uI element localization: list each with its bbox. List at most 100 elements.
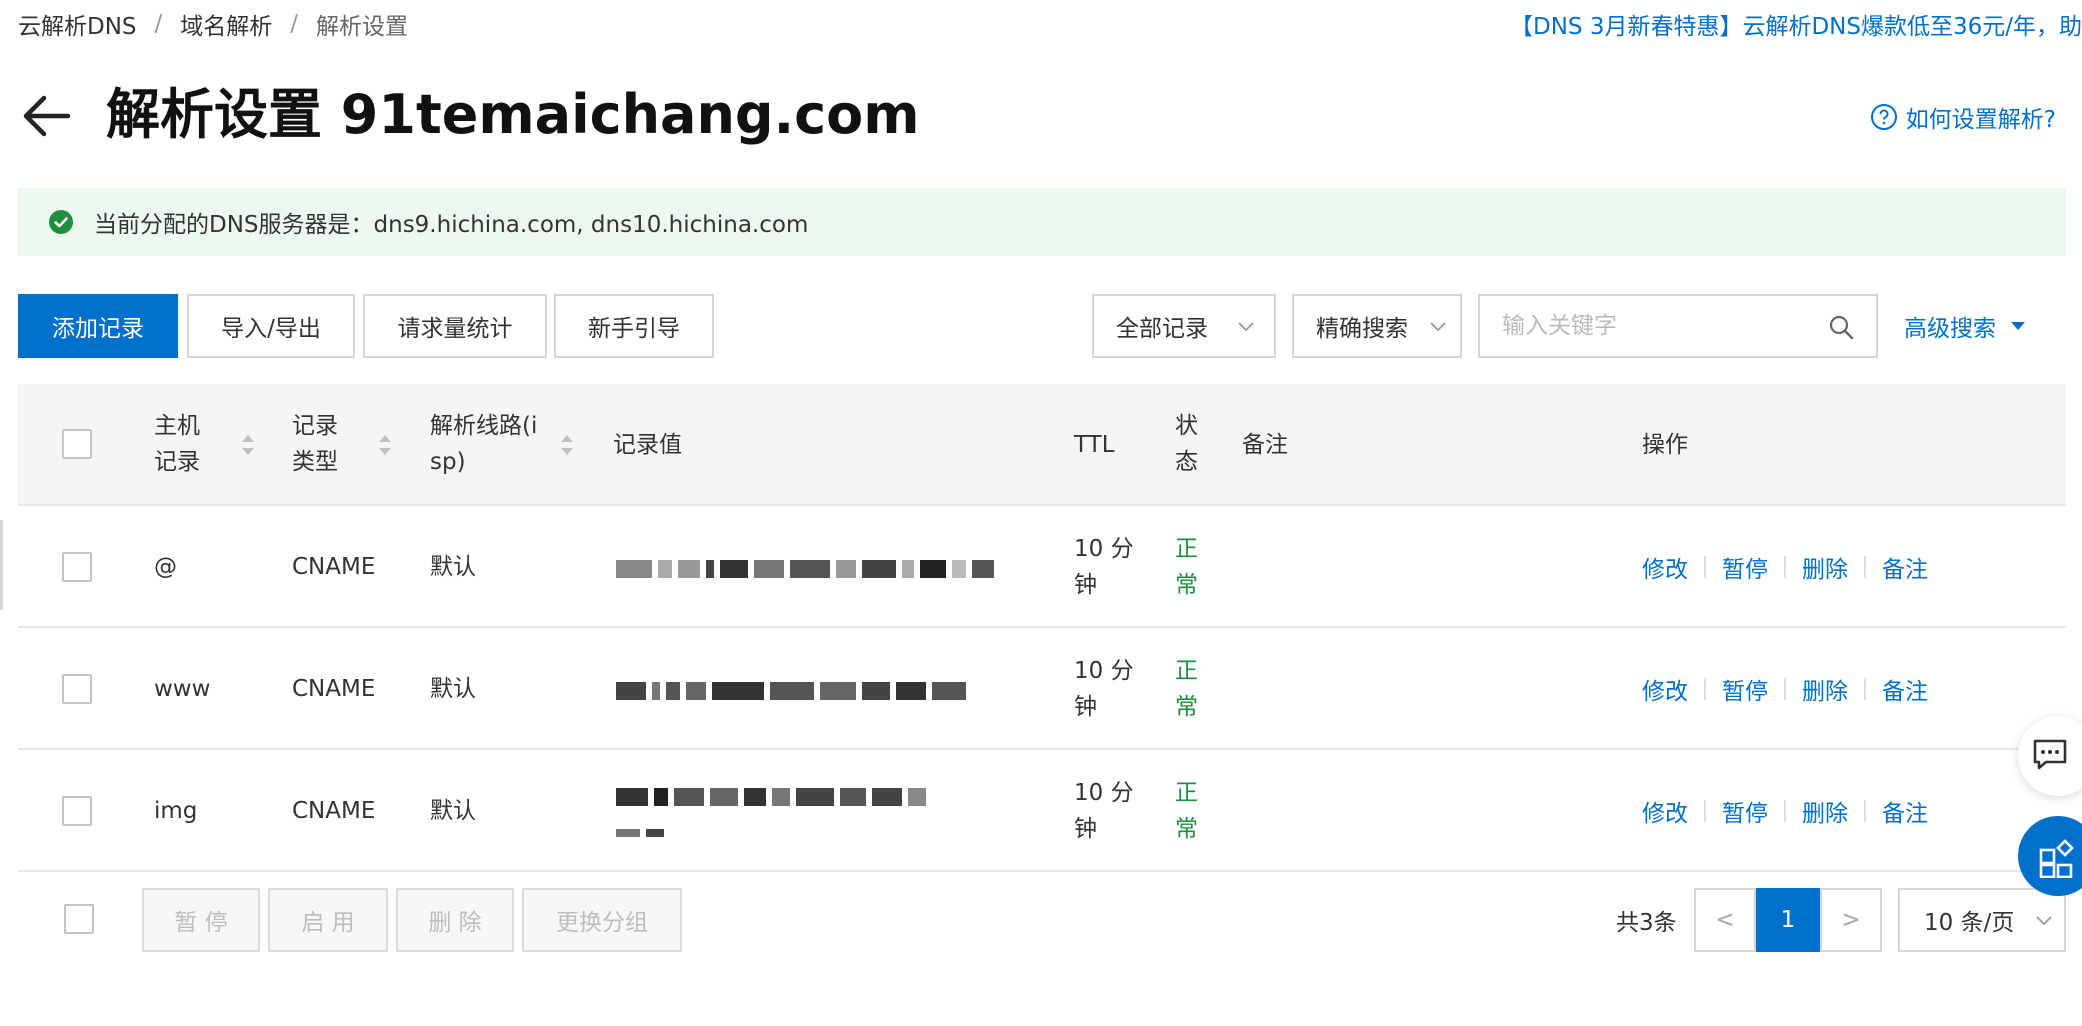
column-header-line-line2: sp) (430, 449, 466, 475)
column-header-host: 主机 记录 (154, 408, 200, 480)
sort-icon[interactable] (559, 431, 575, 459)
table-header: 主机 记录 记录 类型 解析线路(i sp) 记录值 TTL 状 态 备注 操作 (18, 384, 2066, 506)
next-page-button[interactable]: > (1820, 888, 1882, 952)
keyword-search-box (1478, 294, 1878, 358)
select-all-checkbox[interactable] (62, 429, 92, 459)
search-mode-value: 精确搜索 (1316, 316, 1408, 342)
total-count: 共3条 (1616, 910, 1677, 936)
column-header-status: 状 态 (1175, 408, 1198, 480)
column-header-remark: 备注 (1242, 432, 1288, 458)
row-checkbox[interactable] (62, 552, 92, 582)
sort-icon[interactable] (377, 431, 393, 459)
delete-link[interactable]: 删除 (1802, 672, 1848, 706)
action-divider (1704, 800, 1706, 822)
breadcrumb-separator: / (290, 11, 299, 37)
help-link[interactable]: 如何设置解析? (1870, 100, 2056, 134)
pause-link[interactable]: 暂停 (1722, 550, 1768, 584)
import-export-button[interactable]: 导入/导出 (187, 294, 355, 358)
caret-down-icon (2011, 322, 2025, 330)
page-size-value: 10 条/页 (1924, 910, 2015, 936)
batch-delete-button[interactable]: 删 除 (396, 888, 514, 952)
table-row: @ CNAME 默认 10 分 钟 正 常 修改 暂停 删除 备注 (18, 506, 2066, 628)
row-actions: 修改 暂停 删除 备注 (1642, 549, 1928, 585)
breadcrumb-item-domain[interactable]: 域名解析 (180, 7, 272, 41)
search-icon[interactable] (1828, 314, 1854, 340)
page-size-select[interactable]: 10 条/页 (1898, 888, 2066, 952)
ttl-cell-line2: 钟 (1074, 572, 1097, 598)
ttl-cell-line1: 10 分 (1074, 536, 1134, 562)
record-filter-value: 全部记录 (1116, 316, 1208, 342)
row-actions: 修改 暂停 删除 备注 (1642, 793, 1928, 829)
action-divider (1704, 678, 1706, 700)
action-divider (1864, 800, 1866, 822)
remark-link[interactable]: 备注 (1882, 794, 1928, 828)
ttl-cell: 10 分 钟 (1074, 775, 1134, 847)
action-divider (1784, 678, 1786, 700)
type-cell: CNAME (292, 676, 376, 702)
action-divider (1864, 678, 1866, 700)
breadcrumb-item-dns[interactable]: 云解析DNS (18, 7, 137, 41)
edit-link[interactable]: 修改 (1642, 550, 1688, 584)
host-cell: img (154, 798, 198, 824)
record-value-redacted (616, 786, 1038, 806)
ttl-cell-line1: 10 分 (1074, 780, 1134, 806)
page-title: 解析设置 91temaichang.com (106, 83, 920, 146)
apps-button[interactable] (2018, 816, 2082, 896)
action-divider (1784, 800, 1786, 822)
pause-link[interactable]: 暂停 (1722, 794, 1768, 828)
request-stats-button[interactable]: 请求量统计 (363, 294, 547, 358)
search-mode-select[interactable]: 精确搜索 (1292, 294, 1462, 358)
remark-link[interactable]: 备注 (1882, 672, 1928, 706)
chevron-down-icon (2036, 916, 2052, 926)
status-cell: 正 常 (1175, 653, 1198, 725)
row-actions: 修改 暂停 删除 备注 (1642, 671, 1928, 707)
remark-link[interactable]: 备注 (1882, 550, 1928, 584)
record-filter-select[interactable]: 全部记录 (1092, 294, 1276, 358)
type-cell: CNAME (292, 554, 376, 580)
left-edge-handle (0, 520, 3, 610)
advanced-search-toggle[interactable]: 高级搜索 (1904, 294, 2026, 358)
delete-link[interactable]: 删除 (1802, 794, 1848, 828)
column-header-type-line2: 类型 (292, 449, 338, 475)
ttl-cell: 10 分 钟 (1074, 531, 1134, 603)
batch-enable-button[interactable]: 启 用 (268, 888, 388, 952)
delete-link[interactable]: 删除 (1802, 550, 1848, 584)
add-record-button[interactable]: 添加记录 (18, 294, 178, 358)
type-cell: CNAME (292, 798, 376, 824)
back-arrow-icon[interactable] (18, 88, 74, 144)
ttl-cell-line2: 钟 (1074, 694, 1097, 720)
promo-banner-link[interactable]: 【DNS 3月新春特惠】云解析DNS爆款低至36元/年，助 (1510, 8, 2082, 40)
footer-select-all-checkbox[interactable] (64, 904, 94, 934)
row-checkbox[interactable] (62, 796, 92, 826)
column-header-host-line2: 记录 (154, 449, 200, 475)
host-cell: www (154, 676, 211, 702)
row-checkbox[interactable] (62, 674, 92, 704)
column-header-status-line2: 态 (1175, 449, 1198, 475)
status-cell: 正 常 (1175, 775, 1198, 847)
breadcrumb: 云解析DNS / 域名解析 / 解析设置 (18, 8, 408, 40)
column-header-value: 记录值 (613, 432, 682, 458)
pause-link[interactable]: 暂停 (1722, 672, 1768, 706)
beginner-guide-button[interactable]: 新手引导 (554, 294, 714, 358)
sort-icon[interactable] (240, 431, 256, 459)
breadcrumb-current: 解析设置 (316, 14, 409, 40)
keyword-search-input[interactable] (1480, 296, 1800, 356)
status-cell-line1: 正 (1175, 536, 1198, 562)
column-header-line: 解析线路(i sp) (430, 408, 537, 480)
change-group-button[interactable]: 更换分组 (522, 888, 682, 952)
status-cell-line2: 常 (1175, 694, 1198, 720)
status-cell-line2: 常 (1175, 572, 1198, 598)
edit-link[interactable]: 修改 (1642, 672, 1688, 706)
page-number-button[interactable]: 1 (1756, 888, 1820, 952)
record-value-redacted (616, 822, 696, 842)
notice-text: 当前分配的DNS服务器是：dns9.hichina.com, dns10.hic… (94, 212, 809, 238)
ttl-cell-line1: 10 分 (1074, 658, 1134, 684)
batch-pause-button[interactable]: 暂 停 (142, 888, 260, 952)
action-divider (1704, 556, 1706, 578)
column-header-host-line1: 主机 (154, 413, 200, 439)
record-value-redacted (616, 680, 1038, 700)
column-header-line-line1: 解析线路(i (430, 413, 538, 439)
status-cell-line1: 正 (1175, 780, 1198, 806)
prev-page-button[interactable]: < (1694, 888, 1756, 952)
edit-link[interactable]: 修改 (1642, 794, 1688, 828)
